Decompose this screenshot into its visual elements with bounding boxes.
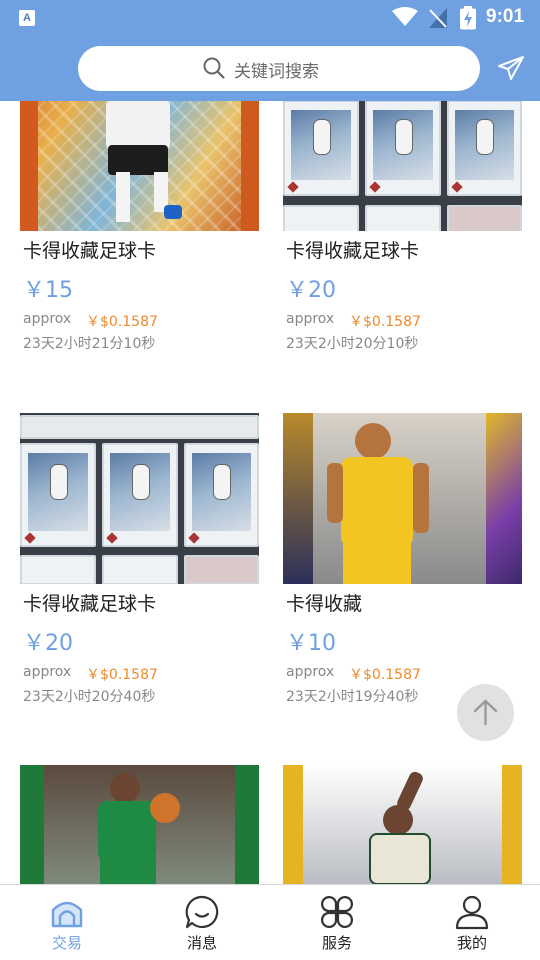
approx-price-row: approx ￥$0.1587 xyxy=(286,664,421,683)
product-image-basketball-celtics-card[interactable] xyxy=(20,765,259,885)
search-bar[interactable]: 关键词搜索 xyxy=(78,46,480,91)
approx-price-row: approx ￥$0.1587 xyxy=(23,311,158,330)
search-placeholder: 关键词搜索 xyxy=(234,62,319,82)
nav-item-services[interactable]: 服务 xyxy=(287,885,387,960)
services-icon xyxy=(321,896,353,928)
product-image-graded-card-slabs[interactable] xyxy=(20,413,259,584)
usd-price: ￥$0.1587 xyxy=(86,314,158,330)
product-title: 卡得收藏足球卡 xyxy=(286,240,420,262)
product-image-basketball-bucks-card[interactable] xyxy=(283,765,522,885)
bottom-navigation: 交易 消息 服务 我的 xyxy=(0,884,540,960)
auction-countdown: 23天2小时20分10秒 xyxy=(286,336,419,352)
product-title: 卡得收藏 xyxy=(286,593,363,615)
product-price: ￥20 xyxy=(286,278,336,303)
product-card[interactable]: 卡得收藏足球卡 ￥20 approx ￥$0.1587 23天2小时20分40秒 xyxy=(20,413,260,733)
product-card[interactable] xyxy=(283,765,523,885)
nav-label-messages: 消息 xyxy=(186,934,217,952)
no-signal-icon xyxy=(429,8,447,28)
product-price: ￥20 xyxy=(23,631,73,656)
approx-price-row: approx ￥$0.1587 xyxy=(286,311,421,330)
nav-item-profile[interactable]: 我的 xyxy=(422,885,522,960)
product-price: ￥15 xyxy=(23,278,73,303)
search-icon xyxy=(203,57,225,79)
product-title: 卡得收藏足球卡 xyxy=(23,240,157,262)
battery-charging-icon xyxy=(460,6,476,30)
approx-label: approx xyxy=(23,311,72,327)
approx-price-row: approx ￥$0.1587 xyxy=(23,664,158,683)
usd-price: ￥$0.1587 xyxy=(86,667,158,683)
auction-countdown: 23天2小时19分40秒 xyxy=(286,689,419,705)
nav-label-profile: 我的 xyxy=(456,934,487,952)
product-price: ￥10 xyxy=(286,631,336,656)
auction-countdown: 23天2小时20分40秒 xyxy=(23,689,156,705)
message-icon xyxy=(185,895,219,929)
trade-icon xyxy=(51,901,83,928)
product-title: 卡得收藏足球卡 xyxy=(23,593,157,615)
usd-price: ￥$0.1587 xyxy=(349,314,421,330)
top-app-bar: A 9:01 关键词搜索 xyxy=(0,0,540,101)
scroll-to-top-button[interactable] xyxy=(457,684,514,741)
profile-icon xyxy=(455,895,489,930)
approx-label: approx xyxy=(286,311,335,327)
product-image-basketball-pacers-card[interactable] xyxy=(283,413,522,584)
arrow-up-icon xyxy=(473,699,498,726)
wifi-icon xyxy=(392,7,418,26)
approx-label: approx xyxy=(23,664,72,680)
nav-label-services: 服务 xyxy=(321,934,352,952)
approx-label: approx xyxy=(286,664,335,680)
app-notification-icon: A xyxy=(19,10,35,26)
nav-item-trade[interactable]: 交易 xyxy=(17,885,117,960)
product-card[interactable] xyxy=(20,765,260,885)
status-bar: A 9:01 xyxy=(0,0,540,36)
auction-countdown: 23天2小时21分10秒 xyxy=(23,336,156,352)
nav-label-trade: 交易 xyxy=(51,934,82,952)
send-icon[interactable] xyxy=(497,55,525,81)
usd-price: ￥$0.1587 xyxy=(349,667,421,683)
nav-item-messages[interactable]: 消息 xyxy=(152,885,252,960)
status-time: 9:01 xyxy=(486,6,525,27)
